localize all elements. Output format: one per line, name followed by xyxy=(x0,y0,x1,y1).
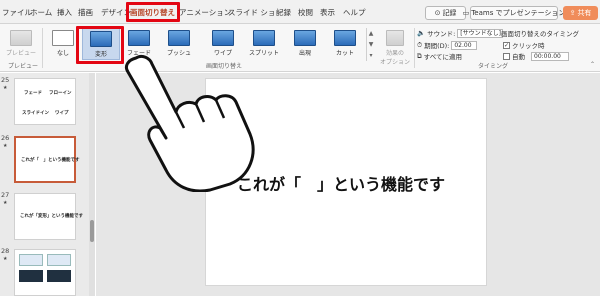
preview-button[interactable]: プレビュー xyxy=(2,28,40,60)
ribbon-tab-bar: ファイル ホーム 挿入 描画 デザイン 画面切り替え アニメーション スライド … xyxy=(0,0,600,24)
thumb-text: フェード xyxy=(24,91,42,96)
record-button[interactable]: ⊙ 記録 xyxy=(425,6,466,20)
transition-none-label: なし xyxy=(56,50,69,57)
slide-number: 25 xyxy=(1,76,10,84)
reveal-transition-icon xyxy=(294,30,316,46)
on-click-label: クリック時 xyxy=(512,42,545,50)
on-click-check-icon: ✓ xyxy=(503,41,510,49)
fade-transition-icon xyxy=(128,30,150,46)
slide-thumbnail-27[interactable]: これが「変形」という機能です xyxy=(14,193,83,240)
transition-reveal[interactable]: 出現 xyxy=(286,28,324,60)
transition-cut[interactable]: カット xyxy=(326,28,364,60)
transitions-tab-highlight xyxy=(126,2,180,22)
collapse-ribbon-icon[interactable]: ⌃ xyxy=(590,61,595,68)
timing-heading: 画面切り替えのタイミング xyxy=(501,30,579,38)
tab-review[interactable]: 校閲 xyxy=(298,7,313,18)
preview-icon xyxy=(10,30,32,46)
slide-number: 26 xyxy=(1,134,10,142)
split-transition-icon xyxy=(253,30,275,46)
apply-all-label: すべてに適用 xyxy=(423,53,462,61)
timing-group-label: タイミング xyxy=(478,63,509,70)
duration-label: 期間(D): xyxy=(424,42,450,50)
none-transition-icon xyxy=(52,30,74,46)
slide-main-text[interactable]: これが「 」という機能です xyxy=(237,171,445,195)
push-transition-icon xyxy=(168,30,190,46)
cut-transition-icon xyxy=(334,30,356,46)
on-click-checkbox[interactable]: ✓ クリック時 xyxy=(503,40,545,50)
sound-label: サウンド: xyxy=(427,30,456,38)
effect-options-label-2: オプション xyxy=(379,59,410,66)
auto-advance-row: 自動 00:00.00 xyxy=(503,51,569,61)
slide-thumbnail-26[interactable]: これが「 」という機能です xyxy=(14,136,80,183)
duration-icon: ⏱ xyxy=(417,40,423,49)
thumbnail-scroll-thumb[interactable] xyxy=(90,220,94,242)
tab-draw[interactable]: 描画 xyxy=(78,7,93,18)
slide-thumbnail-28[interactable] xyxy=(14,249,76,296)
animation-star-icon: ★ xyxy=(3,200,8,206)
share-label: 共有 xyxy=(577,9,592,17)
share-button[interactable]: ⇪ 共有 xyxy=(563,6,598,20)
slide-thumbnail-pane: 25 ★ フェード フローイン スライドイン ワイプ 26 ★ これが「 」とい… xyxy=(0,73,95,296)
gallery-up-icon[interactable]: ▲ xyxy=(367,28,375,39)
tab-home[interactable]: ホーム xyxy=(30,7,52,18)
preview-group-label: プレビュー xyxy=(8,63,39,70)
animation-star-icon: ★ xyxy=(3,143,8,149)
teams-present-button[interactable]: ▭ Teams でプレゼンテーション xyxy=(463,6,565,20)
thumb-text: フローイン xyxy=(49,91,72,96)
thumb-text: スライドイン xyxy=(22,111,49,116)
thumb-text: ワイプ xyxy=(55,111,69,116)
pointing-hand-icon xyxy=(124,54,255,192)
effect-options-label-1: 効果の xyxy=(385,50,404,57)
group-divider xyxy=(42,28,43,68)
slide-number: 28 xyxy=(1,247,10,255)
tab-animations[interactable]: アニメーション xyxy=(179,7,231,18)
transition-cut-label: カット xyxy=(335,50,354,57)
sound-icon: 🔈 xyxy=(417,29,426,37)
tab-record[interactable]: 記録 xyxy=(276,7,291,18)
teams-icon: ▭ xyxy=(462,9,470,17)
morph-highlight xyxy=(76,26,124,64)
tab-file[interactable]: ファイル xyxy=(2,7,32,18)
duration-row: ⏱ 期間(D): 02.00 xyxy=(417,40,478,50)
effect-options-button[interactable]: 効果の オプション xyxy=(377,28,413,66)
animation-star-icon: ★ xyxy=(3,256,8,262)
slide-number: 27 xyxy=(1,191,10,199)
auto-label: 自動 xyxy=(512,53,525,61)
thumb-text: これが「変形」という機能です xyxy=(20,214,83,219)
thumbnail-scrollbar[interactable] xyxy=(89,73,95,296)
slide-thumbnail-25[interactable]: フェード フローイン スライドイン ワイプ xyxy=(14,78,76,125)
duration-input[interactable]: 02.00 xyxy=(451,40,478,50)
share-icon: ⇪ xyxy=(569,9,576,17)
tab-insert[interactable]: 挿入 xyxy=(57,7,72,18)
auto-checkbox[interactable] xyxy=(503,52,510,60)
animation-star-icon: ★ xyxy=(3,85,8,91)
thumb-image xyxy=(19,254,43,266)
wipe-transition-icon xyxy=(212,30,234,46)
tab-help[interactable]: ヘルプ xyxy=(343,7,366,18)
effect-options-icon xyxy=(386,30,404,46)
thumb-image xyxy=(47,254,71,266)
thumb-text: これが「 」という機能です xyxy=(21,158,80,163)
gallery-more-icon[interactable]: ▾ xyxy=(367,50,375,61)
transition-gallery-scroll[interactable]: ▲ ▼ ▾ xyxy=(366,28,375,61)
sound-select[interactable]: [サウンドなし] xyxy=(457,28,504,38)
tab-view[interactable]: 表示 xyxy=(320,7,335,18)
record-label: 記録 xyxy=(442,9,457,17)
sound-row: 🔈 サウンド: [サウンドなし] xyxy=(417,28,504,38)
teams-label: Teams でプレゼンテーション xyxy=(471,9,566,17)
apply-all-icon: ⧉ xyxy=(417,51,422,60)
gallery-down-icon[interactable]: ▼ xyxy=(367,39,375,50)
thumb-image xyxy=(19,270,43,282)
transition-reveal-label: 出現 xyxy=(298,50,311,57)
tab-slideshow[interactable]: スライド ショー xyxy=(228,7,283,18)
apply-all-button[interactable]: ⧉ すべてに適用 xyxy=(417,51,462,62)
preview-label: プレビュー xyxy=(5,50,36,57)
auto-time-input[interactable]: 00:00.00 xyxy=(531,51,569,61)
thumb-image xyxy=(47,270,71,282)
record-icon: ⊙ xyxy=(434,9,441,17)
group-divider xyxy=(414,28,415,68)
